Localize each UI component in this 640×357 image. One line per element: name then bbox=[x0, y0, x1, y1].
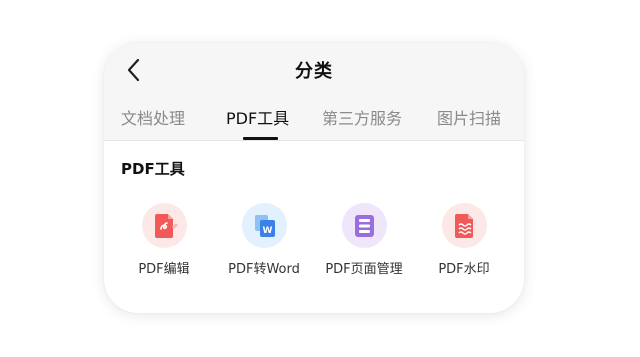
pdf-watermark-icon bbox=[442, 203, 487, 248]
tab-bar: 文档处理 PDF工具 第三方服务 图片扫描 bbox=[104, 105, 524, 140]
section-title: PDF工具 bbox=[121, 160, 185, 178]
pdf-to-word-icon: W bbox=[242, 203, 287, 248]
pdf-edit-icon bbox=[142, 203, 187, 248]
tab-image-scan[interactable]: 图片扫描 bbox=[437, 105, 501, 129]
category-panel: 分类 文档处理 PDF工具 第三方服务 图片扫描 PDF工具 PDF编辑 W P… bbox=[104, 43, 524, 313]
svg-text:W: W bbox=[263, 226, 273, 236]
pdf-page-manage-icon bbox=[342, 203, 387, 248]
header-area: 分类 文档处理 PDF工具 第三方服务 图片扫描 bbox=[104, 43, 524, 141]
tab-document-processing[interactable]: 文档处理 bbox=[121, 105, 185, 129]
active-tab-indicator bbox=[243, 137, 278, 140]
tool-label: PDF水印 bbox=[438, 262, 490, 277]
tab-third-party-services[interactable]: 第三方服务 bbox=[322, 105, 402, 129]
tab-pdf-tools[interactable]: PDF工具 bbox=[226, 105, 289, 129]
page-title: 分类 bbox=[295, 61, 333, 82]
